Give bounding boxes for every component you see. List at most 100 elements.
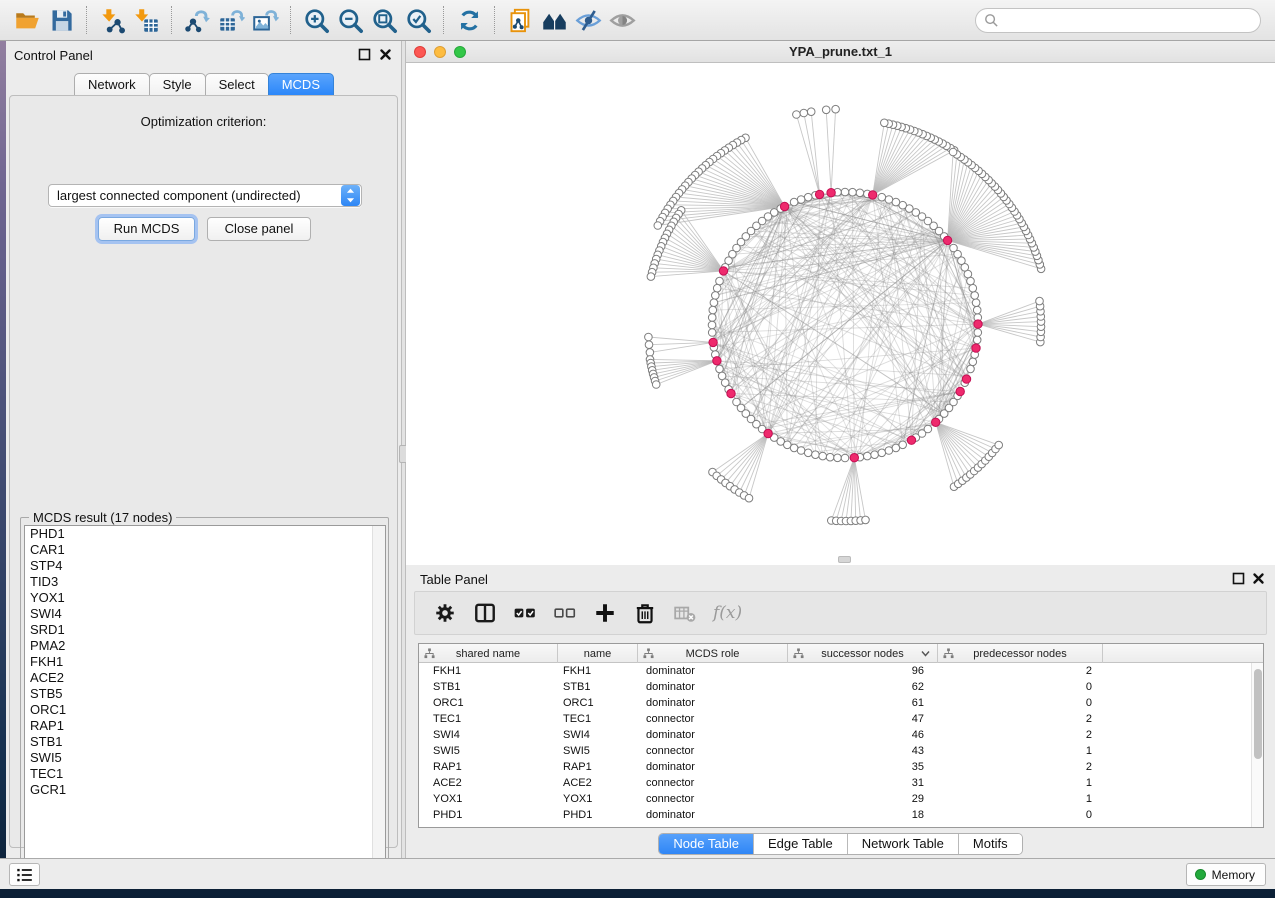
list-item[interactable]: TEC1	[25, 766, 385, 782]
list-item[interactable]: RAP1	[25, 718, 385, 734]
table-row[interactable]: ORC1ORC1dominator610	[419, 695, 1263, 711]
graph-node[interactable]	[841, 454, 849, 462]
open-file-button[interactable]	[10, 3, 44, 37]
table-cell[interactable]: SWI4	[419, 727, 558, 743]
graph-node[interactable]	[819, 452, 827, 460]
save-session-button[interactable]	[44, 3, 78, 37]
function-builder-icon[interactable]: f(x)	[713, 603, 742, 623]
graph-node[interactable]	[950, 244, 958, 252]
graph-node[interactable]	[645, 333, 653, 341]
graph-node[interactable]	[878, 449, 886, 457]
graph-node[interactable]	[812, 451, 820, 459]
graph-node[interactable]	[899, 441, 907, 449]
graph-node[interactable]	[804, 449, 812, 457]
search-input[interactable]	[975, 8, 1261, 33]
table-cell[interactable]: 47	[788, 711, 938, 727]
delete-table-icon-disabled[interactable]	[673, 601, 697, 625]
mcds-list-scrollbar[interactable]	[372, 526, 385, 885]
table-cell[interactable]: SWI5	[419, 743, 558, 759]
column-header-name[interactable]: name	[558, 644, 638, 663]
graph-node[interactable]	[973, 306, 981, 314]
table-cell[interactable]: ORC1	[419, 695, 558, 711]
list-item[interactable]: ACE2	[25, 670, 385, 686]
table-cell[interactable]: ACE2	[419, 775, 558, 791]
table-row[interactable]: YOX1YOX1connector291	[419, 791, 1263, 807]
graph-hub-node[interactable]	[727, 389, 735, 397]
table-cell[interactable]: 43	[788, 743, 938, 759]
tab-edge-table[interactable]: Edge Table	[754, 834, 848, 854]
graph-hub-node[interactable]	[815, 190, 823, 198]
table-cell[interactable]: SWI4	[558, 727, 638, 743]
graph-node[interactable]	[973, 336, 981, 344]
table-cell[interactable]: TEC1	[558, 711, 638, 727]
table-cell[interactable]: 18	[788, 807, 938, 823]
network-canvas[interactable]	[406, 63, 1275, 565]
graph-node[interactable]	[871, 451, 879, 459]
table-cell[interactable]: connector	[638, 791, 788, 807]
list-item[interactable]: STP4	[25, 558, 385, 574]
memory-button[interactable]: Memory	[1186, 863, 1266, 886]
graph-node[interactable]	[864, 452, 872, 460]
table-cell[interactable]: STB1	[558, 679, 638, 695]
graph-node[interactable]	[841, 188, 849, 196]
graph-node[interactable]	[713, 284, 721, 292]
graph-node[interactable]	[654, 222, 662, 230]
graph-hub-node[interactable]	[956, 387, 964, 395]
graph-node[interactable]	[646, 349, 654, 357]
table-cell[interactable]: 0	[938, 679, 1103, 695]
table-cell[interactable]: 96	[788, 663, 938, 679]
list-item[interactable]: PMA2	[25, 638, 385, 654]
tab-node-table[interactable]: Node Table	[659, 834, 754, 854]
tab-motifs[interactable]: Motifs	[959, 834, 1022, 854]
graph-node[interactable]	[969, 284, 977, 292]
graph-node[interactable]	[797, 196, 805, 204]
graph-hub-node[interactable]	[713, 357, 721, 365]
close-table-panel-icon[interactable]	[1252, 572, 1265, 585]
graph-node[interactable]	[800, 109, 808, 117]
graph-node[interactable]	[881, 119, 889, 127]
table-cell[interactable]: 2	[938, 663, 1103, 679]
graph-hub-node[interactable]	[869, 191, 877, 199]
dropdown-stepper-icon[interactable]	[341, 185, 360, 206]
graph-node[interactable]	[834, 454, 842, 462]
window-maximize-icon[interactable]	[454, 46, 466, 58]
table-cell[interactable]: RAP1	[419, 759, 558, 775]
graph-node[interactable]	[797, 447, 805, 455]
graph-node[interactable]	[949, 148, 957, 156]
graph-hub-node[interactable]	[962, 375, 970, 383]
graph-node[interactable]	[971, 292, 979, 300]
list-item[interactable]: SWI5	[25, 750, 385, 766]
graph-node[interactable]	[892, 198, 900, 206]
table-cell[interactable]: 46	[788, 727, 938, 743]
table-row[interactable]: SWI5SWI5connector431	[419, 743, 1263, 759]
list-item[interactable]: GCR1	[25, 782, 385, 798]
list-item[interactable]: ORC1	[25, 702, 385, 718]
graph-node[interactable]	[849, 188, 857, 196]
network-graph[interactable]	[406, 63, 1275, 565]
deselect-all-icon[interactable]	[553, 601, 577, 625]
table-settings-gear-icon[interactable]	[433, 601, 457, 625]
tab-network-table[interactable]: Network Table	[848, 834, 959, 854]
column-header-successor-nodes[interactable]: successor nodes	[788, 644, 938, 663]
graph-node[interactable]	[967, 365, 975, 373]
table-cell[interactable]: 29	[788, 791, 938, 807]
graph-hub-node[interactable]	[943, 236, 951, 244]
mcds-result-list[interactable]: PHD1CAR1STP4TID3YOX1SWI4SRD1PMA2FKH1ACE2…	[24, 525, 386, 886]
graph-hub-node[interactable]	[827, 189, 835, 197]
window-minimize-icon[interactable]	[434, 46, 446, 58]
graph-node[interactable]	[790, 444, 798, 452]
graph-node[interactable]	[708, 314, 716, 322]
table-cell[interactable]: 1	[938, 775, 1103, 791]
delete-column-trash-icon[interactable]	[633, 601, 657, 625]
table-cell[interactable]: STB1	[419, 679, 558, 695]
table-cell[interactable]: dominator	[638, 759, 788, 775]
graph-node[interactable]	[710, 299, 718, 307]
list-item[interactable]: SWI4	[25, 606, 385, 622]
table-cell[interactable]: 35	[788, 759, 938, 775]
table-cell[interactable]: dominator	[638, 807, 788, 823]
horizontal-splitter-grip[interactable]	[838, 556, 851, 563]
graph-hub-node[interactable]	[932, 418, 940, 426]
table-scrollbar[interactable]	[1251, 663, 1263, 828]
graph-node[interactable]	[652, 381, 660, 389]
export-network-button[interactable]	[180, 3, 214, 37]
